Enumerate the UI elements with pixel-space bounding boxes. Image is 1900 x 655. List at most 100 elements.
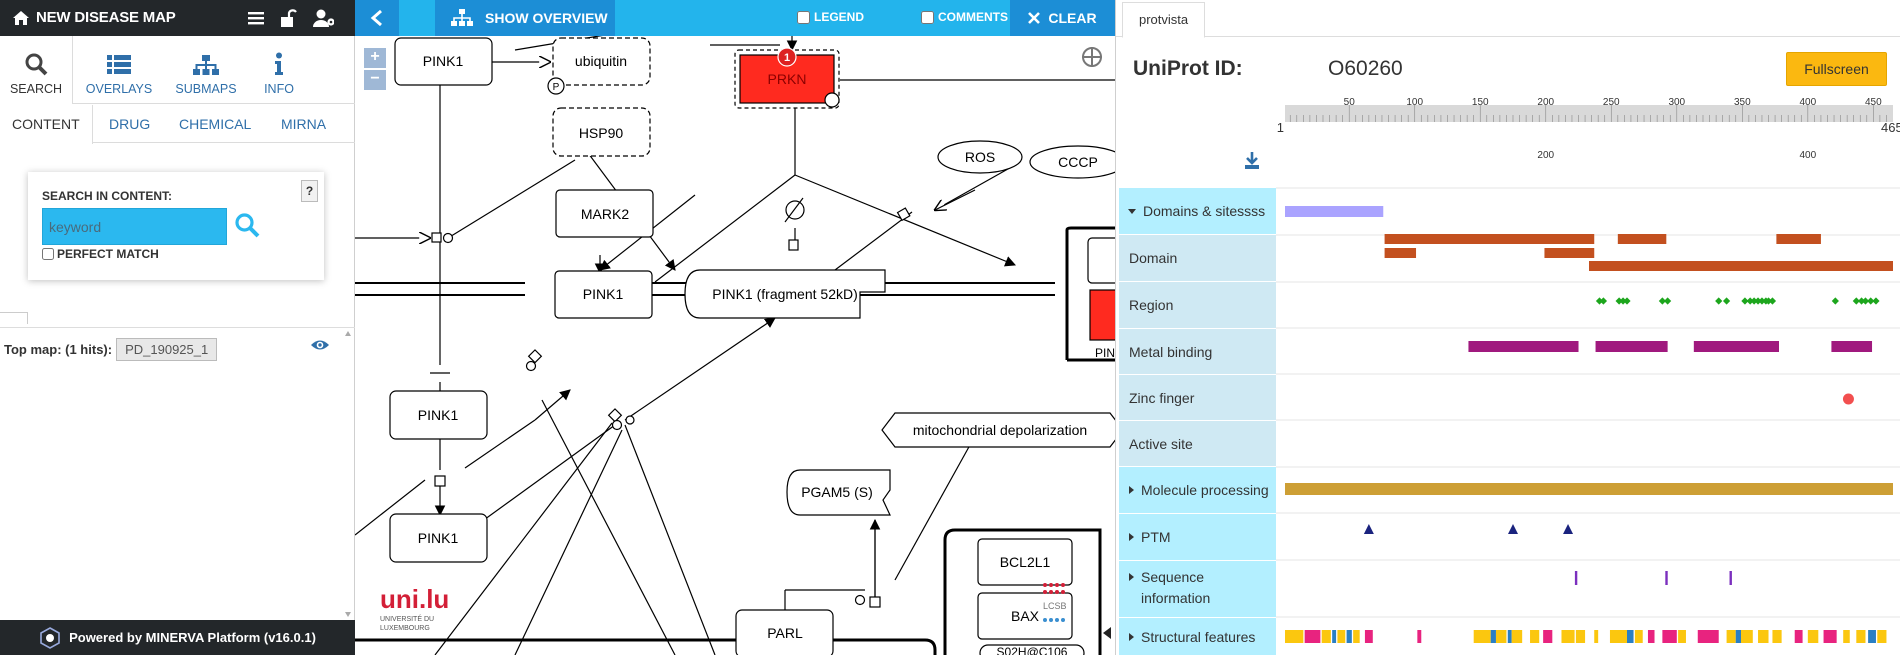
structural-feature <box>1794 630 1803 643</box>
track-label-text: Region <box>1129 297 1174 313</box>
eye-icon[interactable] <box>310 338 330 352</box>
zoom-out-button[interactable]: − <box>364 70 386 90</box>
svg-text:PRKN: PRKN <box>768 71 807 87</box>
ruler: 150 100 150 200 250 300 350 400 450465 200 400 <box>1277 97 1900 161</box>
collapse-handle[interactable] <box>1103 627 1111 639</box>
tab-info[interactable]: INFO <box>252 36 306 104</box>
track-label-text: Molecule processing <box>1141 482 1269 498</box>
track-label-text: Zinc finger <box>1129 389 1195 406</box>
protvista-panel: protvista UniProt ID: O60260 Fullscreen … <box>1115 0 1900 655</box>
track-domains-sites[interactable]: Domains & sitessss <box>1119 188 1276 234</box>
tab-search-label: SEARCH <box>9 82 63 96</box>
search-icon <box>25 53 48 76</box>
ruler-label: 150 <box>1472 97 1489 108</box>
structural-feature <box>1697 630 1719 643</box>
region-feature <box>1776 234 1821 244</box>
legend-checkbox[interactable]: LEGEND <box>797 10 864 24</box>
sequence-mark <box>1665 571 1668 585</box>
track-sequence-information[interactable]: Sequence information <box>1119 561 1276 617</box>
structural-feature <box>1337 630 1346 643</box>
map-canvas[interactable]: PINK1 ubiquitin P PRKN 1 HSP90 MARK2 PIN… <box>355 0 1115 655</box>
close-icon <box>1028 12 1041 24</box>
uniprot-label: UniProt ID: <box>1133 57 1243 80</box>
ptm-mark <box>1563 524 1574 534</box>
track-label-text: Metal binding <box>1129 343 1213 360</box>
structural-feature <box>1807 630 1819 643</box>
tab-search[interactable]: SEARCH <box>0 36 73 104</box>
unlock-icon[interactable] <box>276 7 298 29</box>
tab-submaps[interactable]: SUBMAPS <box>168 36 244 104</box>
download-icon[interactable] <box>1245 152 1259 169</box>
chevron-left-icon <box>370 9 382 27</box>
tab-protvista[interactable]: protvista <box>1122 2 1206 38</box>
perfect-match-input[interactable] <box>42 248 54 260</box>
metal-binding-mark <box>1664 297 1672 305</box>
legend-input[interactable] <box>797 10 810 24</box>
fullscreen-button[interactable]: Fullscreen <box>1786 52 1887 86</box>
center-target-icon[interactable] <box>1082 47 1102 67</box>
back-button[interactable] <box>355 0 399 36</box>
structural-feature <box>1627 630 1634 643</box>
map-toolbar: SHOW OVERVIEW LEGEND COMMENTS CLEAR <box>355 0 1115 36</box>
ruler-label: 300 <box>1668 97 1685 108</box>
search-input[interactable] <box>42 208 227 245</box>
structural-feature <box>1868 630 1876 643</box>
structural-feature <box>1594 630 1599 643</box>
track-label-text: Domains & sitessss <box>1143 203 1266 219</box>
svg-text:CCCP: CCCP <box>1058 154 1098 170</box>
structural-feature <box>1543 630 1553 643</box>
subtab-content[interactable]: CONTENT <box>0 105 93 144</box>
scrollbar[interactable] <box>343 328 353 621</box>
comments-label: COMMENTS <box>938 10 1008 24</box>
track-domain: Domain <box>1119 235 1276 281</box>
region-feature <box>1384 234 1595 244</box>
search-subtabs: CONTENT DRUG CHEMICAL MIRNA <box>0 105 355 144</box>
subtab-mirna[interactable]: MIRNA <box>269 105 338 143</box>
zoom-in-button[interactable]: + <box>364 48 386 68</box>
tab-overlays[interactable]: OVERLAYS <box>78 36 160 104</box>
perfect-match-label: PERFECT MATCH <box>57 247 159 261</box>
track-label-text: Structural features <box>1141 628 1256 645</box>
svg-text:1: 1 <box>784 52 790 64</box>
app-title[interactable]: NEW DISEASE MAP <box>12 9 176 26</box>
metal-binding-mark <box>1768 297 1777 305</box>
svg-text:P: P <box>553 82 560 93</box>
subtab-chemical[interactable]: CHEMICAL <box>167 105 263 143</box>
zinc-finger-feature <box>1831 341 1873 352</box>
caret-right-icon <box>1129 533 1134 541</box>
svg-text:BAX: BAX <box>1011 608 1040 624</box>
tab-submaps-label: SUBMAPS <box>175 82 237 96</box>
result-map-button[interactable]: PD_190925_1 <box>116 338 218 361</box>
user-settings-icon[interactable] <box>312 7 334 29</box>
clear-label: CLEAR <box>1048 10 1097 26</box>
metal-binding-mark <box>1872 297 1880 305</box>
track-active-site: Active site <box>1119 421 1276 466</box>
ruler-label: 450 <box>1865 97 1882 108</box>
ruler-label: 250 <box>1603 97 1620 108</box>
subtab-drug[interactable]: DRUG <box>97 105 162 143</box>
region-feature <box>1617 234 1667 244</box>
structural-feature <box>1561 630 1575 643</box>
perfect-match-checkbox[interactable]: PERFECT MATCH <box>42 247 159 261</box>
track-ptm[interactable]: PTM <box>1119 514 1276 560</box>
show-overview-button[interactable]: SHOW OVERVIEW <box>435 0 615 36</box>
svg-text:PINK1 (fragment 52kD): PINK1 (fragment 52kD) <box>712 286 858 302</box>
help-button[interactable]: ? <box>301 180 318 202</box>
comments-checkbox[interactable]: COMMENTS <box>921 10 1008 24</box>
track-structural-features[interactable]: Structural features <box>1119 618 1276 655</box>
svg-text:PINK1: PINK1 <box>418 530 459 546</box>
zinc-finger-feature <box>1693 341 1779 352</box>
track-molecule-processing[interactable]: Molecule processing <box>1119 467 1276 513</box>
structural-feature <box>1495 630 1507 643</box>
home-icon <box>13 10 29 25</box>
structural-feature <box>1353 630 1360 643</box>
track-label-text: Sequence information <box>1141 569 1211 606</box>
search-icon[interactable] <box>234 212 260 238</box>
pathway-diagram[interactable]: PINK1 ubiquitin P PRKN 1 HSP90 MARK2 PIN… <box>355 0 1115 655</box>
clear-button[interactable]: CLEAR <box>1010 0 1115 36</box>
menu-icon[interactable] <box>245 7 267 29</box>
comments-input[interactable] <box>921 10 934 24</box>
region-feature <box>1384 248 1417 258</box>
track-label-text: Active site <box>1129 435 1193 452</box>
structural-feature <box>1575 630 1586 643</box>
